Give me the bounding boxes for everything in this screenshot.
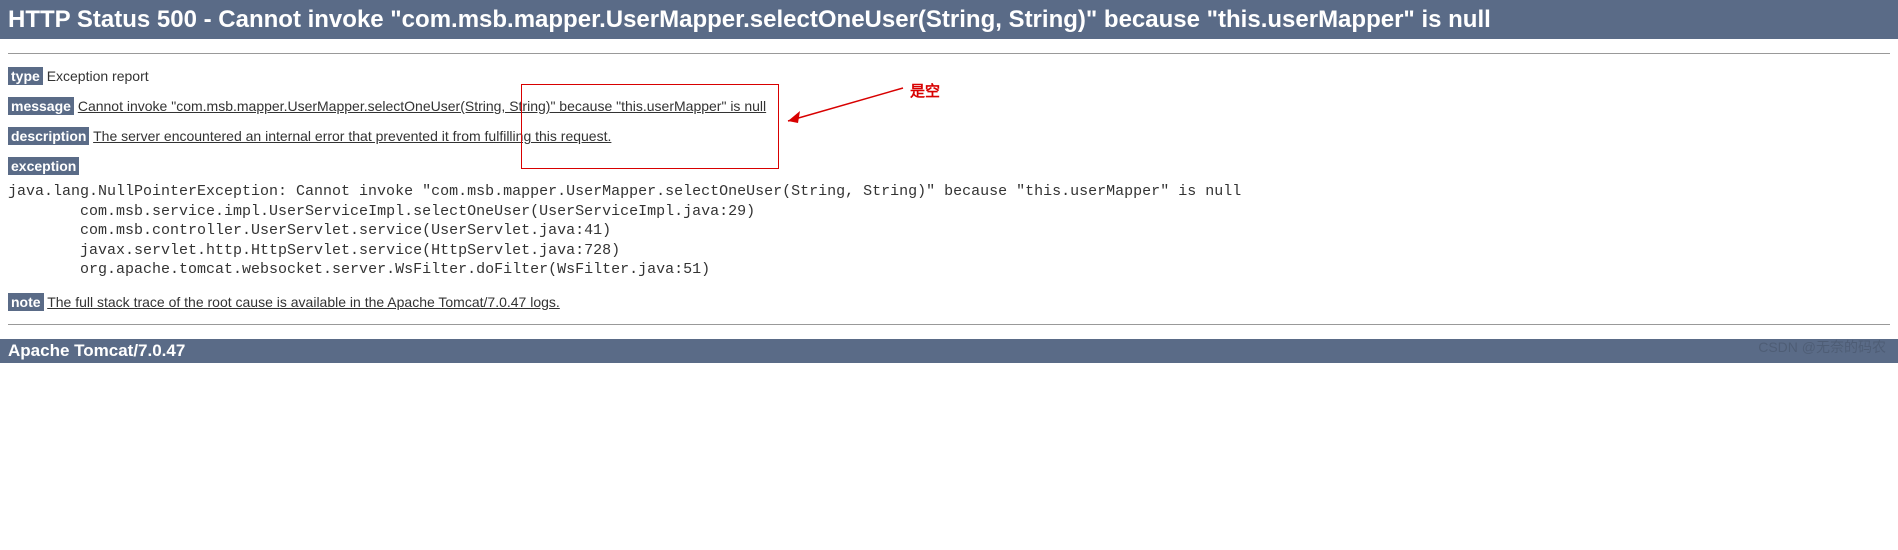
description-section: description The server encountered an in… bbox=[8, 128, 1890, 144]
error-header: HTTP Status 500 - Cannot invoke "com.msb… bbox=[0, 0, 1898, 39]
error-title: HTTP Status 500 - Cannot invoke "com.msb… bbox=[8, 6, 1491, 33]
note-label: note bbox=[8, 293, 44, 311]
watermark: CSDN @无奈的码农 bbox=[1758, 337, 1886, 357]
footer: Apache Tomcat/7.0.47 bbox=[0, 339, 1898, 363]
stack-trace: java.lang.NullPointerException: Cannot i… bbox=[8, 182, 1890, 280]
type-section: type Exception report bbox=[8, 68, 1890, 84]
exception-section: exception java.lang.NullPointerException… bbox=[8, 158, 1890, 280]
message-section: message Cannot invoke "com.msb.mapper.Us… bbox=[8, 98, 1890, 114]
type-label: type bbox=[8, 67, 43, 85]
divider bbox=[8, 53, 1890, 54]
error-content: type Exception report message Cannot inv… bbox=[0, 39, 1898, 339]
type-text: Exception report bbox=[47, 68, 149, 84]
exception-label: exception bbox=[8, 157, 79, 175]
footer-text: Apache Tomcat/7.0.47 bbox=[8, 341, 185, 360]
note-text: The full stack trace of the root cause i… bbox=[47, 294, 560, 310]
note-section: note The full stack trace of the root ca… bbox=[8, 294, 1890, 310]
description-label: description bbox=[8, 127, 89, 145]
message-label: message bbox=[8, 97, 74, 115]
description-text: The server encountered an internal error… bbox=[93, 128, 611, 144]
divider bbox=[8, 324, 1890, 325]
message-text: Cannot invoke "com.msb.mapper.UserMapper… bbox=[78, 98, 766, 114]
